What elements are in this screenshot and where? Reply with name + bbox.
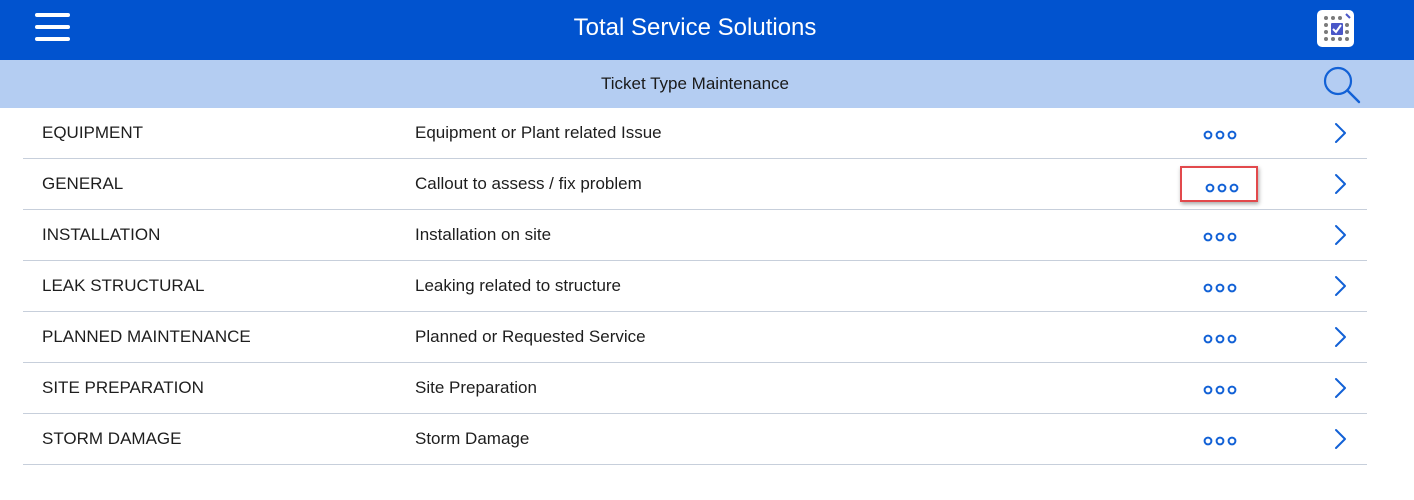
ticket-type-list: EQUIPMENT Equipment or Plant related Issu… xyxy=(23,108,1367,465)
ticket-type-description: Callout to assess / fix problem xyxy=(415,174,642,193)
more-options-icon xyxy=(1203,283,1237,293)
more-options-button[interactable] xyxy=(1180,115,1258,151)
more-options-icon xyxy=(1205,183,1239,193)
more-options-button[interactable] xyxy=(1180,370,1258,406)
ticket-type-description: Site Preparation xyxy=(415,378,537,397)
ticket-type-description: Planned or Requested Service xyxy=(415,327,646,346)
ticket-type-code: INSTALLATION xyxy=(42,225,161,244)
sub-header: Ticket Type Maintenance xyxy=(0,60,1414,108)
table-row[interactable]: LEAK STRUCTURAL Leaking related to struct… xyxy=(23,261,1367,312)
more-options-button[interactable] xyxy=(1180,421,1258,457)
ticket-type-description: Leaking related to structure xyxy=(415,276,622,295)
more-options-button[interactable] xyxy=(1180,319,1258,355)
table-row[interactable]: INSTALLATION Installation on site xyxy=(23,210,1367,261)
search-icon[interactable] xyxy=(1322,65,1362,105)
ticket-type-description: Storm Damage xyxy=(415,429,530,448)
more-options-button[interactable] xyxy=(1180,217,1258,253)
more-options-icon xyxy=(1203,334,1237,344)
page-title: Ticket Type Maintenance xyxy=(600,74,790,93)
table-row[interactable]: EQUIPMENT Equipment or Plant related Issu… xyxy=(23,108,1367,159)
more-options-button[interactable] xyxy=(1180,166,1258,202)
more-options-button[interactable] xyxy=(1180,268,1258,304)
ticket-type-code: LEAK STRUCTURAL xyxy=(42,276,205,295)
more-options-icon xyxy=(1203,385,1237,395)
chevron-right-icon[interactable] xyxy=(1333,275,1349,297)
ticket-type-description: Equipment or Plant related Issue xyxy=(415,123,662,142)
chevron-right-icon[interactable] xyxy=(1333,224,1349,246)
more-options-icon xyxy=(1203,232,1237,242)
chevron-right-icon[interactable] xyxy=(1333,377,1349,399)
ticket-type-code: GENERAL xyxy=(42,174,124,193)
more-options-icon xyxy=(1203,130,1237,140)
ticket-type-code: STORM DAMAGE xyxy=(42,429,182,448)
more-options-icon xyxy=(1203,436,1237,446)
ticket-type-code: EQUIPMENT xyxy=(42,123,144,142)
table-row[interactable]: GENERAL Callout to assess / fix problem xyxy=(23,159,1367,210)
chevron-right-icon[interactable] xyxy=(1333,326,1349,348)
chevron-right-icon[interactable] xyxy=(1333,122,1349,144)
table-row[interactable]: STORM DAMAGE Storm Damage xyxy=(23,414,1367,465)
app-logo-icon[interactable] xyxy=(1317,10,1354,47)
ticket-type-code: PLANNED MAINTENANCE xyxy=(42,327,251,346)
chevron-right-icon[interactable] xyxy=(1333,428,1349,450)
table-row[interactable]: SITE PREPARATION Site Preparation xyxy=(23,363,1367,414)
table-row[interactable]: PLANNED MAINTENANCE Planned or Requested … xyxy=(23,312,1367,363)
chevron-right-icon[interactable] xyxy=(1333,173,1349,195)
app-title: Total Service Solutions xyxy=(573,14,817,41)
top-app-bar: Total Service Solutions xyxy=(0,0,1414,60)
ticket-type-description: Installation on site xyxy=(415,225,552,244)
ticket-type-code: SITE PREPARATION xyxy=(42,378,204,397)
